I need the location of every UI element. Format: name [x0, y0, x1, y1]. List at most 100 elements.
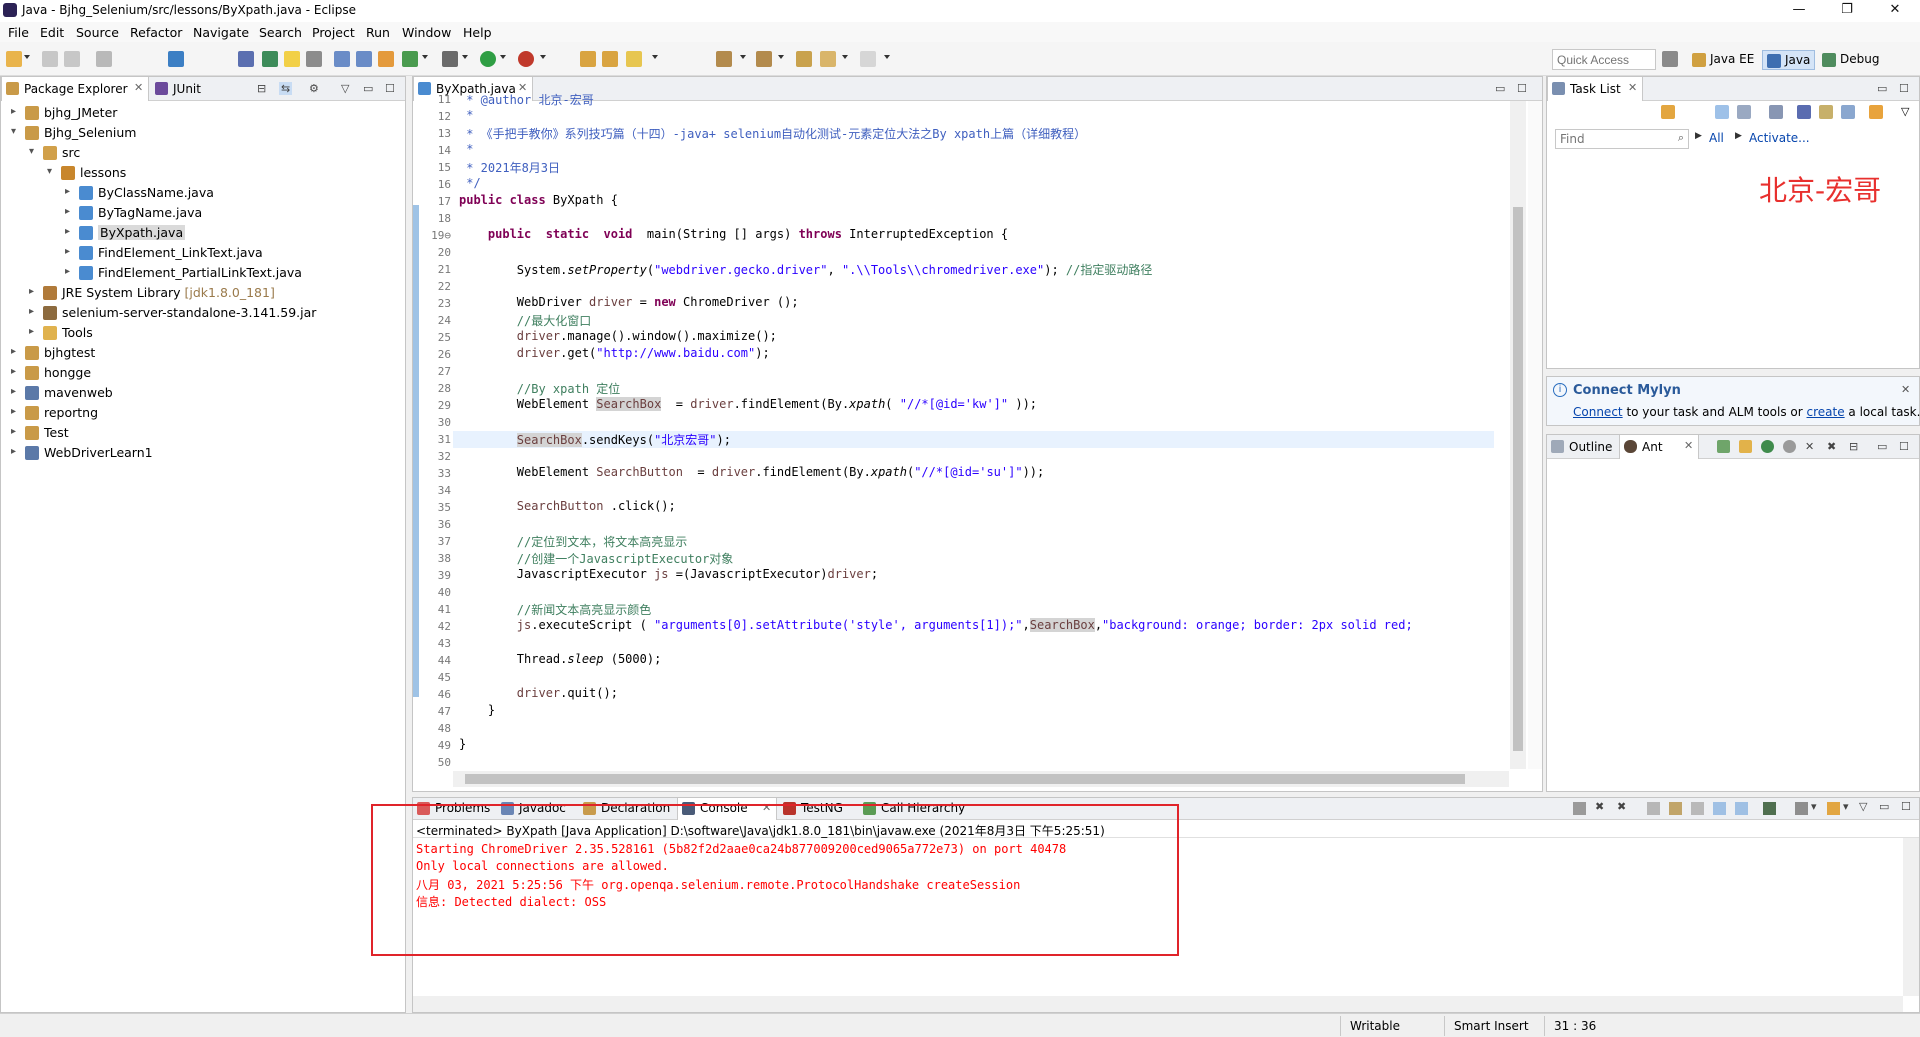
- synchronize-icon[interactable]: [1769, 105, 1783, 119]
- outline-maximize-icon[interactable]: ☐: [1899, 440, 1909, 453]
- tree-item[interactable]: ▸ reportng: [1, 403, 401, 423]
- external-tools-dropdown-icon[interactable]: [540, 55, 546, 59]
- console-view-menu-icon[interactable]: ▽: [1859, 800, 1867, 813]
- expand-arrow-icon[interactable]: ▸: [11, 106, 21, 117]
- task-list-maximize-icon[interactable]: ☐: [1899, 82, 1909, 95]
- tree-item[interactable]: ▸ mavenweb: [1, 383, 401, 403]
- maximize-button[interactable]: ❐: [1824, 0, 1870, 22]
- tab-junit[interactable]: JUnit: [151, 77, 207, 101]
- activate-link[interactable]: Activate...: [1749, 131, 1810, 145]
- open-console-icon[interactable]: [1827, 802, 1840, 815]
- add-buildfile-icon[interactable]: [1717, 440, 1730, 453]
- tab-package-explorer[interactable]: Package Explorer ✕: [1, 77, 149, 101]
- expand-arrow-icon[interactable]: ▸: [29, 326, 39, 337]
- open-console-dropdown-icon[interactable]: ▾: [1843, 800, 1849, 813]
- save-all-icon[interactable]: [64, 51, 80, 67]
- tree-item[interactable]: ▸ JRE System Library [jdk1.8.0_181]: [1, 283, 401, 303]
- scroll-lock-icon[interactable]: [1669, 802, 1682, 815]
- view-menu-dropdown-icon[interactable]: ▽: [341, 82, 349, 95]
- connect-link[interactable]: Connect: [1573, 405, 1623, 419]
- debug-dropdown-icon[interactable]: [462, 55, 468, 59]
- menu-refactor[interactable]: Refactor: [130, 25, 182, 40]
- code-area[interactable]: * @author 北京-宏哥 * * 《手把手教你》系列技巧篇（十四）-jav…: [413, 77, 1510, 769]
- toggle-block-icon[interactable]: [356, 51, 372, 67]
- menu-help[interactable]: Help: [463, 25, 492, 40]
- focus-icon[interactable]: [1797, 105, 1811, 119]
- editor-vertical-scrollbar[interactable]: [1510, 101, 1526, 769]
- next-annotation-dropdown-icon[interactable]: [740, 55, 746, 59]
- expand-tasks-icon[interactable]: [1869, 105, 1883, 119]
- menu-edit[interactable]: Edit: [40, 25, 64, 40]
- tree-item[interactable]: ▸ WebDriverLearn1: [1, 443, 401, 463]
- display-console-dropdown-icon[interactable]: ▾: [1811, 800, 1817, 813]
- tree-item[interactable]: ▸ FindElement_PartialLinkText.java: [1, 263, 401, 283]
- forward-icon[interactable]: [860, 51, 876, 67]
- quick-access-input[interactable]: [1552, 49, 1656, 70]
- tree-item[interactable]: ▸ ByTagName.java: [1, 203, 401, 223]
- collapse-arrow-icon[interactable]: ▾: [47, 166, 57, 177]
- java-perspective-tool-icon[interactable]: [334, 51, 350, 67]
- new-icon[interactable]: [6, 51, 22, 67]
- run-target-icon[interactable]: [1783, 440, 1796, 453]
- debug-icon[interactable]: [442, 51, 458, 67]
- task-find-input[interactable]: [1556, 130, 1656, 147]
- tree-item[interactable]: ▸ bjhg_JMeter: [1, 103, 401, 123]
- tree-item[interactable]: ▸ ByClassName.java: [1, 183, 401, 203]
- expand-arrow-icon[interactable]: ▸: [11, 346, 21, 357]
- close-ant-icon[interactable]: ✕: [1684, 439, 1693, 452]
- forward-dropdown-icon[interactable]: [884, 55, 890, 59]
- open-perspective-icon[interactable]: [1662, 51, 1678, 67]
- perspective-java[interactable]: Java: [1762, 50, 1816, 70]
- editor-maximize-icon[interactable]: ☐: [1517, 82, 1527, 95]
- display-console-icon[interactable]: [1795, 802, 1808, 815]
- console-horizontal-scrollbar[interactable]: [413, 996, 1903, 1012]
- remove-icon[interactable]: ✕: [1805, 440, 1814, 453]
- tree-item[interactable]: ▸ hongge: [1, 363, 401, 383]
- minimize-view-icon[interactable]: ▭: [363, 82, 373, 95]
- debug-tool-icon[interactable]: [238, 51, 254, 67]
- open-task-icon[interactable]: [602, 51, 618, 67]
- remove-all-icon[interactable]: ✖: [1827, 440, 1836, 453]
- new-class-icon[interactable]: [402, 51, 418, 67]
- scheduled-icon[interactable]: [1737, 105, 1751, 119]
- expand-arrow-icon[interactable]: ▸: [65, 266, 75, 277]
- terminal-icon[interactable]: [168, 51, 184, 67]
- hide-internal-icon[interactable]: [1761, 440, 1774, 453]
- menu-navigate[interactable]: Navigate: [193, 25, 249, 40]
- close-tab-icon[interactable]: ✕: [134, 81, 143, 94]
- expand-arrow-icon[interactable]: ▸: [11, 406, 21, 417]
- menu-search[interactable]: Search: [259, 25, 302, 40]
- whitespace-icon[interactable]: [306, 51, 322, 67]
- task-view-menu-icon[interactable]: ▽: [1901, 105, 1909, 118]
- minimize-button[interactable]: —: [1776, 0, 1822, 22]
- expand-arrow-icon[interactable]: ▸: [65, 186, 75, 197]
- next-annotation-icon[interactable]: [716, 51, 732, 67]
- pin-console-icon[interactable]: [1763, 802, 1776, 815]
- outline-minimize-icon[interactable]: ▭: [1877, 440, 1887, 453]
- run-icon[interactable]: [480, 51, 496, 67]
- create-link[interactable]: create: [1807, 405, 1845, 419]
- tab-ant[interactable]: Ant ✕: [1619, 435, 1699, 459]
- new-dropdown-icon[interactable]: [24, 55, 30, 59]
- collapse-all-icon[interactable]: ⊟: [257, 82, 266, 95]
- all-link[interactable]: All: [1709, 131, 1724, 145]
- expand-arrow-icon[interactable]: ▸: [11, 366, 21, 377]
- show-stderr-icon[interactable]: [1735, 802, 1748, 815]
- search-buildfile-icon[interactable]: [1739, 440, 1752, 453]
- hide-completed-icon[interactable]: [1819, 105, 1833, 119]
- expand-arrow-icon[interactable]: ▸: [65, 206, 75, 217]
- editor-vscroll-thumb[interactable]: [1513, 207, 1523, 751]
- menu-run[interactable]: Run: [366, 25, 390, 40]
- back-icon[interactable]: [820, 51, 836, 67]
- categorized-icon[interactable]: [1715, 105, 1729, 119]
- tab-task-list[interactable]: Task List ✕: [1547, 77, 1643, 101]
- task-find-box[interactable]: ⌕: [1555, 129, 1689, 149]
- tree-item[interactable]: ▸ selenium-server-standalone-3.141.59.jar: [1, 303, 401, 323]
- close-button[interactable]: ✕: [1872, 0, 1918, 22]
- search-dropdown-icon[interactable]: [652, 55, 658, 59]
- editor-horizontal-scrollbar[interactable]: [453, 771, 1509, 787]
- close-task-list-icon[interactable]: ✕: [1628, 81, 1637, 94]
- menu-window[interactable]: Window: [402, 25, 451, 40]
- editor-hscroll-thumb[interactable]: [465, 774, 1465, 784]
- expand-arrow-icon[interactable]: ▸: [11, 426, 21, 437]
